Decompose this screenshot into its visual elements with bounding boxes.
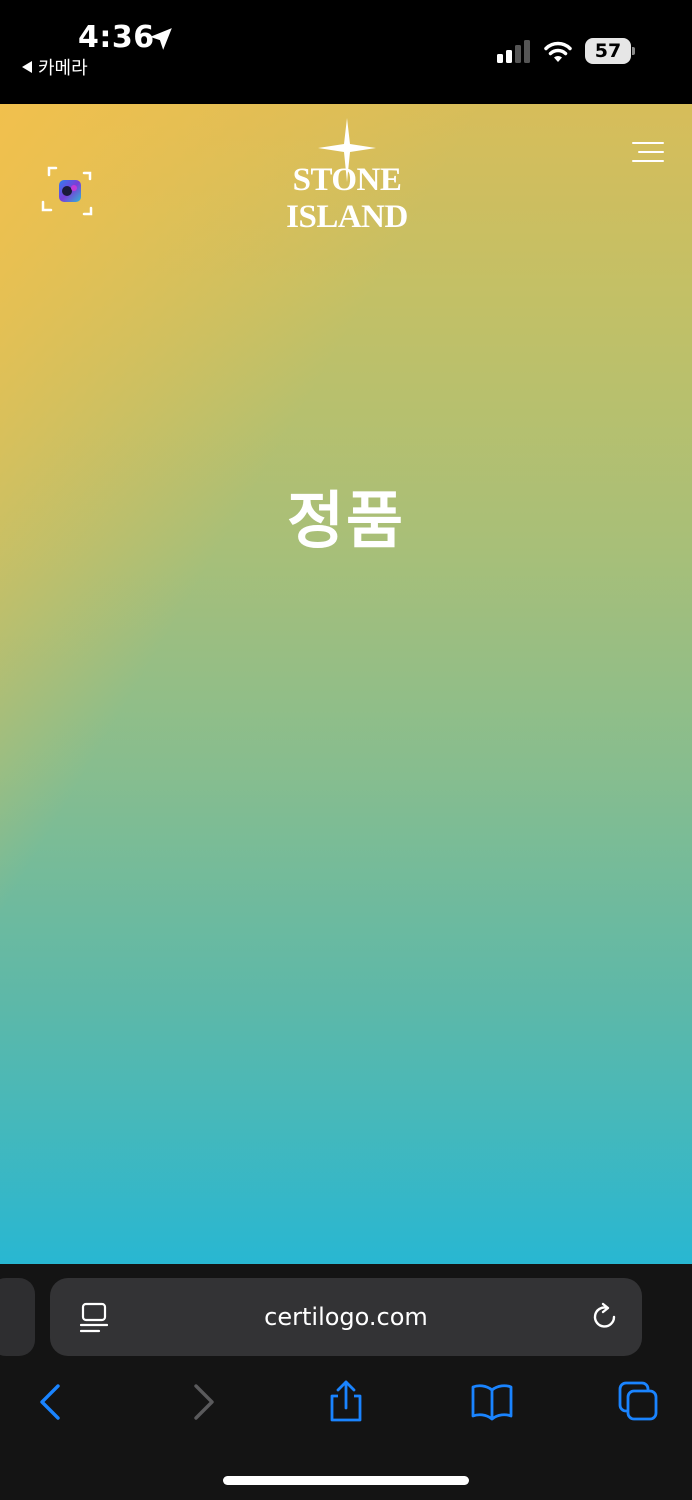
back-to-app-link[interactable]: 카메라	[22, 54, 88, 80]
stone-island-logo[interactable]: STONE ISLAND	[240, 118, 454, 235]
authentic-headline: 정품	[286, 484, 406, 557]
wifi-icon	[544, 41, 572, 62]
back-app-label: 카메라	[38, 58, 88, 79]
cellular-signal-icon	[497, 40, 530, 63]
forward-icon[interactable]	[180, 1380, 224, 1424]
back-icon[interactable]	[30, 1380, 74, 1424]
status-time: 4:36	[78, 20, 155, 55]
back-triangle-icon	[22, 61, 32, 73]
address-bar[interactable]: certilogo.com	[50, 1278, 642, 1356]
status-bar: 4:36 카메라 57	[0, 0, 692, 104]
share-icon[interactable]	[324, 1380, 368, 1424]
home-indicator[interactable]	[223, 1476, 469, 1485]
page-content: STONE ISLAND 정품	[0, 104, 692, 1264]
bookmarks-icon[interactable]	[470, 1380, 514, 1424]
previous-tab-peek[interactable]	[0, 1278, 35, 1356]
battery-percent: 57	[594, 40, 622, 62]
hamburger-menu-icon[interactable]	[630, 142, 664, 166]
location-arrow-icon	[150, 28, 172, 50]
battery-icon: 57	[585, 38, 635, 64]
scan-qr-icon[interactable]	[40, 162, 100, 222]
reload-icon[interactable]	[590, 1302, 620, 1332]
brand-name: STONE ISLAND	[286, 162, 408, 235]
url-text: certilogo.com	[264, 1303, 428, 1331]
tabs-icon[interactable]	[616, 1380, 660, 1424]
safari-bottom-bar: certilogo.com	[0, 1264, 692, 1500]
